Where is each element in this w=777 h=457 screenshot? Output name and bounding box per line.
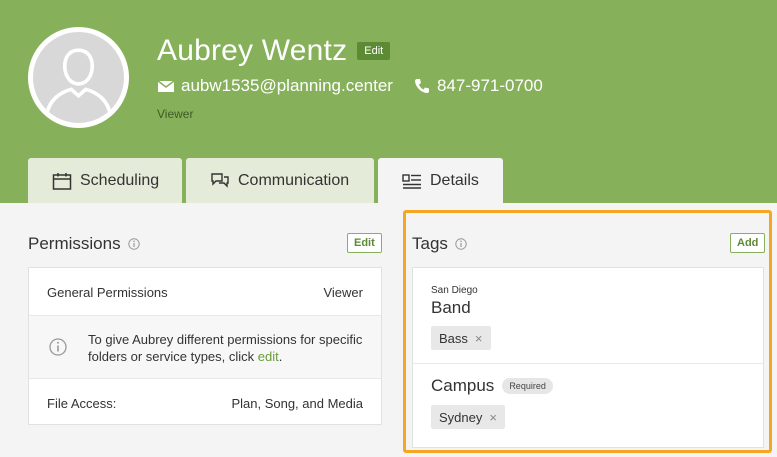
calendar-icon	[52, 172, 72, 190]
permission-note-text: To give Aubrey different permissions for…	[88, 332, 363, 364]
tag-group-subtitle: San Diego	[431, 285, 478, 296]
tab-details[interactable]: Details	[378, 158, 503, 203]
name-row: Aubrey Wentz Edit	[157, 34, 391, 68]
info-circle-icon	[49, 338, 67, 356]
tags-title: Tags	[412, 234, 467, 254]
tab-scheduling[interactable]: Scheduling	[28, 158, 182, 203]
permissions-title: Permissions	[28, 234, 140, 254]
permission-value: Plan, Song, and Media	[231, 396, 363, 411]
profile-name: Aubrey Wentz	[157, 34, 348, 67]
remove-tag-icon[interactable]: ×	[475, 331, 483, 346]
permissions-title-text: Permissions	[28, 234, 121, 253]
profile-header: Aubrey Wentz Edit aubw1535@planning.cent…	[0, 0, 777, 203]
profile-role: Viewer	[157, 107, 194, 121]
add-tag-button[interactable]: Add	[730, 233, 766, 253]
edit-profile-button[interactable]: Edit	[357, 42, 391, 60]
info-icon[interactable]	[127, 238, 140, 250]
permission-label: File Access:	[47, 396, 117, 411]
tag-group-name-text: Campus	[431, 376, 495, 395]
avatar[interactable]	[28, 27, 129, 128]
person-silhouette-icon	[44, 48, 113, 117]
info-icon[interactable]	[455, 238, 467, 250]
tag-group-band: San Diego Band Bass ×	[413, 268, 763, 364]
tag-chip[interactable]: Bass ×	[431, 326, 491, 350]
tag-group-name: Band	[431, 298, 471, 318]
profile-tabs: Scheduling Communication Details	[28, 158, 507, 203]
permission-label: General Permissions	[47, 285, 168, 300]
edit-permissions-button[interactable]: Edit	[347, 233, 382, 253]
tag-chip-label: Bass	[439, 330, 468, 346]
contact-row: aubw1535@planning.center 847-971-0700	[157, 76, 543, 96]
permission-row-file-access: File Access: Plan, Song, and Media	[29, 379, 381, 425]
profile-email[interactable]: aubw1535@planning.center	[181, 76, 393, 96]
permission-row-general: General Permissions Viewer	[29, 268, 381, 316]
edit-permissions-link[interactable]: edit	[258, 349, 279, 364]
profile-phone[interactable]: 847-971-0700	[437, 76, 543, 96]
permissions-card: General Permissions Viewer To give Aubre…	[28, 267, 382, 425]
permission-note-row: To give Aubrey different permissions for…	[29, 316, 381, 379]
tags-card: San Diego Band Bass × Campus Required Sy…	[412, 267, 764, 448]
tag-group-name-text: Band	[431, 298, 471, 317]
tab-label: Details	[430, 171, 479, 189]
permission-note-suffix: .	[278, 349, 283, 364]
tag-group-campus: Campus Required Sydney ×	[413, 364, 763, 448]
chat-icon	[210, 172, 230, 190]
tab-label: Scheduling	[80, 171, 160, 189]
tab-communication[interactable]: Communication	[186, 158, 374, 203]
tab-label: Communication	[238, 171, 350, 189]
tags-title-text: Tags	[412, 234, 448, 253]
tag-chip-label: Sydney	[439, 409, 483, 425]
details-icon	[402, 172, 422, 190]
permission-note: To give Aubrey different permissions for…	[88, 331, 368, 365]
phone-icon	[413, 77, 431, 95]
envelope-icon	[157, 77, 175, 95]
tag-group-name: Campus Required	[431, 376, 553, 396]
required-badge: Required	[502, 378, 553, 394]
remove-tag-icon[interactable]: ×	[489, 410, 497, 425]
tag-chip[interactable]: Sydney ×	[431, 405, 505, 429]
permission-value: Viewer	[323, 285, 363, 300]
